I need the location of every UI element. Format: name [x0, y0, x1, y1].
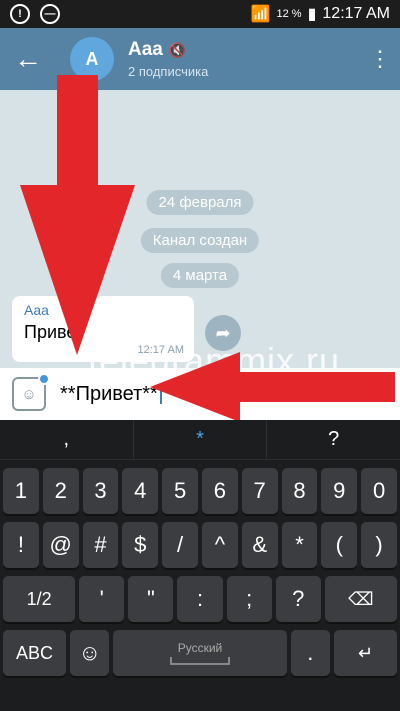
key[interactable]: ' — [79, 576, 125, 622]
sticker-badge — [38, 373, 50, 385]
wifi-icon: 📶 — [250, 6, 271, 23]
key[interactable]: ! — [3, 522, 39, 568]
space-key-language: Русский — [177, 641, 223, 655]
key[interactable]: ? — [275, 576, 321, 622]
red-arrow-left-icon — [150, 352, 395, 422]
key-row-punctuation: 1/2 ' " : ; ? ⌫ — [0, 576, 400, 622]
message-input[interactable]: **Привет** — [60, 383, 162, 406]
key[interactable]: ) — [361, 522, 397, 568]
key[interactable]: 3 — [82, 468, 119, 514]
key[interactable]: ; — [226, 576, 272, 622]
key[interactable]: " — [128, 576, 174, 622]
key[interactable]: $ — [122, 522, 159, 568]
key-row-bottom: ABC ☺ Русский . ↵ — [0, 630, 400, 676]
dnd-icon: — — [40, 4, 60, 24]
red-arrow-down-icon — [20, 75, 135, 355]
key[interactable]: : — [177, 576, 223, 622]
key[interactable]: # — [82, 522, 119, 568]
key[interactable]: & — [241, 522, 278, 568]
key[interactable]: * — [281, 522, 318, 568]
suggestion-asterisk[interactable]: * — [134, 420, 268, 459]
clock: 12:17 AM — [322, 5, 390, 22]
channel-title: Aaa — [128, 39, 163, 60]
key[interactable]: / — [162, 522, 198, 568]
status-bar: ! — 📶 12 % ▮ 12:17 AM — [0, 0, 400, 28]
space-bar-icon — [170, 657, 230, 665]
key[interactable]: 9 — [321, 468, 358, 514]
battery-percent: 12 % — [276, 8, 302, 20]
message-input-value: **Привет** — [60, 382, 158, 405]
key[interactable]: 7 — [241, 468, 278, 514]
key[interactable]: 6 — [201, 468, 238, 514]
key[interactable]: 2 — [42, 468, 79, 514]
date-badge: 4 марта — [160, 263, 240, 288]
key-row-numbers: 1 2 3 4 5 6 7 8 9 0 — [0, 468, 400, 514]
key[interactable]: ( — [321, 522, 358, 568]
key[interactable]: . — [290, 630, 330, 676]
battery-icon: ▮ — [307, 6, 317, 23]
key[interactable]: ^ — [201, 522, 238, 568]
mute-icon: 🔇 — [168, 41, 187, 58]
abc-key[interactable]: ABC — [3, 630, 66, 676]
page-toggle-key[interactable]: 1/2 — [3, 576, 76, 622]
channel-info[interactable]: Aaa 🔇 2 подписчика — [128, 39, 208, 79]
space-key[interactable]: Русский — [113, 630, 287, 676]
emoji-icon[interactable]: ☺ — [70, 630, 110, 676]
suggestion-comma[interactable]: , — [0, 420, 134, 459]
key[interactable]: @ — [42, 522, 79, 568]
suggestion-question[interactable]: ? — [267, 420, 400, 459]
key[interactable]: 4 — [122, 468, 159, 514]
backspace-icon[interactable]: ⌫ — [324, 576, 397, 622]
suggestion-bar: , * ? — [0, 420, 400, 460]
channel-created-badge: Канал создан — [140, 228, 260, 253]
subscriber-count: 2 подписчика — [128, 64, 209, 79]
key[interactable]: 1 — [3, 468, 39, 514]
sticker-icon[interactable]: ☺ — [12, 373, 50, 411]
enter-icon[interactable]: ↵ — [334, 630, 397, 676]
key[interactable]: 0 — [361, 468, 397, 514]
keyboard: , * ? 1 2 3 4 5 6 7 8 9 0 ! @ # $ / ^ & … — [0, 420, 400, 711]
alert-icon: ! — [10, 4, 30, 24]
key[interactable]: 8 — [281, 468, 318, 514]
date-badge: 24 февраля — [146, 190, 254, 215]
key[interactable]: 5 — [162, 468, 198, 514]
more-menu-icon[interactable]: ⋮ — [360, 48, 400, 70]
back-arrow-icon[interactable]: ← — [0, 43, 56, 75]
key-row-symbols: ! @ # $ / ^ & * ( ) — [0, 522, 400, 568]
